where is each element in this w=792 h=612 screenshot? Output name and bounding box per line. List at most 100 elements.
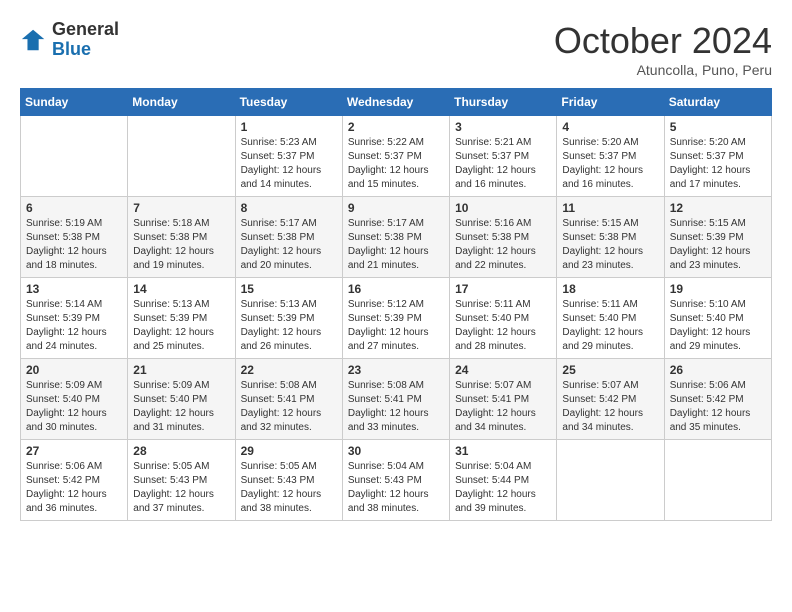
table-row: 30 Sunrise: 5:04 AM Sunset: 5:43 PM Dayli…	[342, 440, 449, 521]
day-number: 13	[26, 282, 122, 296]
day-number: 8	[241, 201, 337, 215]
day-info: Sunrise: 5:17 AM Sunset: 5:38 PM Dayligh…	[241, 217, 337, 273]
calendar-week-row: 1Sunrise: 5:23 AM Sunset: 5:37 PM Daylig…	[21, 116, 772, 197]
day-number: 14	[133, 282, 229, 296]
day-number: 19	[670, 282, 766, 296]
day-number: 23	[348, 363, 444, 377]
table-row	[21, 116, 128, 197]
day-info: Sunrise: 5:09 AM Sunset: 5:40 PM Dayligh…	[26, 379, 122, 435]
day-number: 5	[670, 120, 766, 134]
day-info: Sunrise: 5:13 AM Sunset: 5:39 PM Dayligh…	[133, 298, 229, 354]
month-title: October 2024	[554, 20, 772, 62]
day-number: 7	[133, 201, 229, 215]
table-row: 9 Sunrise: 5:17 AM Sunset: 5:38 PM Daylig…	[342, 197, 449, 278]
day-info: Sunrise: 5:10 AM Sunset: 5:40 PM Dayligh…	[670, 298, 766, 354]
day-info: Sunrise: 5:15 AM Sunset: 5:38 PM Dayligh…	[562, 217, 658, 273]
day-number: 20	[26, 363, 122, 377]
table-row: 27 Sunrise: 5:06 AM Sunset: 5:42 PM Dayli…	[21, 440, 128, 521]
calendar-week-row: 6Sunrise: 5:19 AM Sunset: 5:38 PM Daylig…	[21, 197, 772, 278]
day-info: Sunrise: 5:21 AM Sunset: 5:37 PM Dayligh…	[455, 136, 551, 192]
table-row: 22 Sunrise: 5:08 AM Sunset: 5:41 PM Dayli…	[235, 359, 342, 440]
calendar-week-row: 20 Sunrise: 5:09 AM Sunset: 5:40 PM Dayli…	[21, 359, 772, 440]
table-row: 17 Sunrise: 5:11 AM Sunset: 5:40 PM Dayli…	[450, 278, 557, 359]
day-info: Sunrise: 5:04 AM Sunset: 5:43 PM Dayligh…	[348, 460, 444, 516]
day-info: Sunrise: 5:17 AM Sunset: 5:38 PM Dayligh…	[348, 217, 444, 273]
day-info: Sunrise: 5:19 AM Sunset: 5:38 PM Dayligh…	[26, 217, 122, 273]
logo-blue: Blue	[52, 40, 119, 60]
day-number: 10	[455, 201, 551, 215]
header-monday: Monday	[128, 89, 235, 116]
header-sunday: Sunday	[21, 89, 128, 116]
table-row: 20 Sunrise: 5:09 AM Sunset: 5:40 PM Dayli…	[21, 359, 128, 440]
day-info: Sunrise: 5:07 AM Sunset: 5:42 PM Dayligh…	[562, 379, 658, 435]
day-info: Sunrise: 5:06 AM Sunset: 5:42 PM Dayligh…	[26, 460, 122, 516]
day-info: Sunrise: 5:15 AM Sunset: 5:39 PM Dayligh…	[670, 217, 766, 273]
table-row: 26Sunrise: 5:06 AM Sunset: 5:42 PM Dayli…	[664, 359, 771, 440]
day-number: 1	[241, 120, 337, 134]
table-row: 24 Sunrise: 5:07 AM Sunset: 5:41 PM Dayli…	[450, 359, 557, 440]
day-number: 2	[348, 120, 444, 134]
day-number: 30	[348, 444, 444, 458]
day-number: 24	[455, 363, 551, 377]
table-row: 10 Sunrise: 5:16 AM Sunset: 5:38 PM Dayli…	[450, 197, 557, 278]
table-row: 11Sunrise: 5:15 AM Sunset: 5:38 PM Dayli…	[557, 197, 664, 278]
day-number: 26	[670, 363, 766, 377]
calendar-week-row: 27 Sunrise: 5:06 AM Sunset: 5:42 PM Dayli…	[21, 440, 772, 521]
table-row: 25 Sunrise: 5:07 AM Sunset: 5:42 PM Dayli…	[557, 359, 664, 440]
day-number: 3	[455, 120, 551, 134]
day-number: 31	[455, 444, 551, 458]
day-info: Sunrise: 5:08 AM Sunset: 5:41 PM Dayligh…	[241, 379, 337, 435]
logo-icon	[20, 26, 48, 54]
table-row: 19 Sunrise: 5:10 AM Sunset: 5:40 PM Dayli…	[664, 278, 771, 359]
table-row	[557, 440, 664, 521]
table-row: 12 Sunrise: 5:15 AM Sunset: 5:39 PM Dayli…	[664, 197, 771, 278]
day-info: Sunrise: 5:18 AM Sunset: 5:38 PM Dayligh…	[133, 217, 229, 273]
day-info: Sunrise: 5:09 AM Sunset: 5:40 PM Dayligh…	[133, 379, 229, 435]
day-info: Sunrise: 5:08 AM Sunset: 5:41 PM Dayligh…	[348, 379, 444, 435]
day-number: 16	[348, 282, 444, 296]
logo-general: General	[52, 20, 119, 40]
day-number: 28	[133, 444, 229, 458]
table-row: 3 Sunrise: 5:21 AM Sunset: 5:37 PM Daylig…	[450, 116, 557, 197]
header-tuesday: Tuesday	[235, 89, 342, 116]
table-row	[128, 116, 235, 197]
table-row: 6Sunrise: 5:19 AM Sunset: 5:38 PM Daylig…	[21, 197, 128, 278]
header-thursday: Thursday	[450, 89, 557, 116]
table-row: 28Sunrise: 5:05 AM Sunset: 5:43 PM Dayli…	[128, 440, 235, 521]
day-info: Sunrise: 5:11 AM Sunset: 5:40 PM Dayligh…	[455, 298, 551, 354]
location-subtitle: Atuncolla, Puno, Peru	[554, 62, 772, 78]
day-number: 15	[241, 282, 337, 296]
table-row: 4Sunrise: 5:20 AM Sunset: 5:37 PM Daylig…	[557, 116, 664, 197]
table-row: 5Sunrise: 5:20 AM Sunset: 5:37 PM Daylig…	[664, 116, 771, 197]
table-row: 16Sunrise: 5:12 AM Sunset: 5:39 PM Dayli…	[342, 278, 449, 359]
table-row: 23 Sunrise: 5:08 AM Sunset: 5:41 PM Dayli…	[342, 359, 449, 440]
day-number: 18	[562, 282, 658, 296]
table-row: 1Sunrise: 5:23 AM Sunset: 5:37 PM Daylig…	[235, 116, 342, 197]
day-number: 12	[670, 201, 766, 215]
day-info: Sunrise: 5:05 AM Sunset: 5:43 PM Dayligh…	[241, 460, 337, 516]
page-header: General Blue October 2024 Atuncolla, Pun…	[20, 20, 772, 78]
day-number: 17	[455, 282, 551, 296]
logo: General Blue	[20, 20, 119, 60]
day-number: 4	[562, 120, 658, 134]
header-friday: Friday	[557, 89, 664, 116]
day-info: Sunrise: 5:22 AM Sunset: 5:37 PM Dayligh…	[348, 136, 444, 192]
calendar-week-row: 13Sunrise: 5:14 AM Sunset: 5:39 PM Dayli…	[21, 278, 772, 359]
day-info: Sunrise: 5:07 AM Sunset: 5:41 PM Dayligh…	[455, 379, 551, 435]
table-row: 21Sunrise: 5:09 AM Sunset: 5:40 PM Dayli…	[128, 359, 235, 440]
table-row: 15Sunrise: 5:13 AM Sunset: 5:39 PM Dayli…	[235, 278, 342, 359]
day-number: 9	[348, 201, 444, 215]
day-info: Sunrise: 5:11 AM Sunset: 5:40 PM Dayligh…	[562, 298, 658, 354]
header-wednesday: Wednesday	[342, 89, 449, 116]
day-number: 25	[562, 363, 658, 377]
day-info: Sunrise: 5:16 AM Sunset: 5:38 PM Dayligh…	[455, 217, 551, 273]
calendar-table: Sunday Monday Tuesday Wednesday Thursday…	[20, 88, 772, 521]
table-row: 7 Sunrise: 5:18 AM Sunset: 5:38 PM Daylig…	[128, 197, 235, 278]
day-number: 22	[241, 363, 337, 377]
table-row: 18 Sunrise: 5:11 AM Sunset: 5:40 PM Dayli…	[557, 278, 664, 359]
table-row: 29Sunrise: 5:05 AM Sunset: 5:43 PM Dayli…	[235, 440, 342, 521]
day-info: Sunrise: 5:04 AM Sunset: 5:44 PM Dayligh…	[455, 460, 551, 516]
day-number: 27	[26, 444, 122, 458]
table-row: 14 Sunrise: 5:13 AM Sunset: 5:39 PM Dayli…	[128, 278, 235, 359]
title-area: October 2024 Atuncolla, Puno, Peru	[554, 20, 772, 78]
